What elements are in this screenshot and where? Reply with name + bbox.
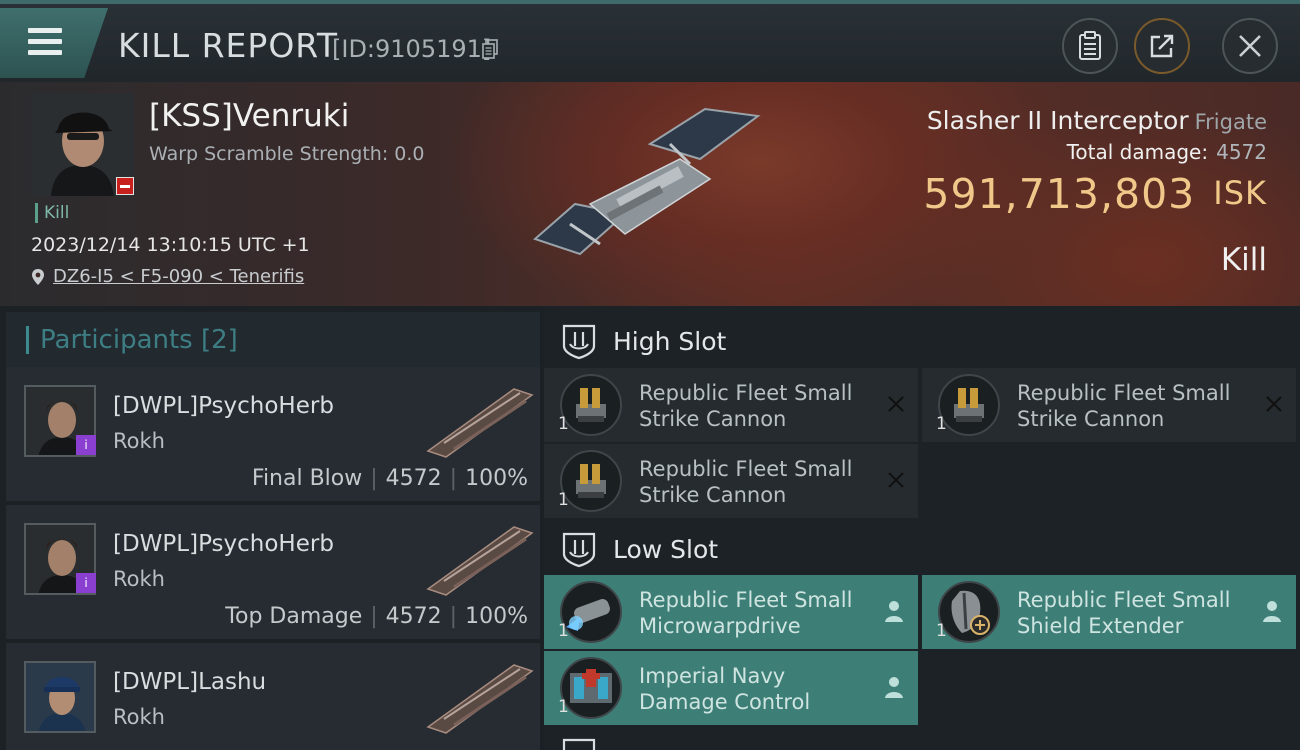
participants-label: Participants [40, 325, 193, 355]
participant-stats: Final Blow | 4572 | 100% [251, 466, 528, 491]
module-name: Republic Fleet Small Strike Cannon [639, 381, 853, 431]
high-slot-label: High Slot [613, 327, 727, 356]
participant-ship: Rokh [113, 567, 165, 591]
participant-ship: Rokh [113, 705, 165, 729]
strike-cannon-icon [938, 374, 1000, 436]
victim-ship-name[interactable]: Slasher II Interceptor Frigate [927, 106, 1267, 135]
low-slot-label: Low Slot [613, 535, 719, 564]
report-id: [ID:9105191] [332, 35, 492, 63]
share-button[interactable] [1134, 18, 1190, 74]
kill-tag: Kill [35, 203, 69, 223]
result-label: Kill [1220, 242, 1267, 278]
clipboard-icon [1079, 31, 1101, 60]
close-button[interactable] [1222, 18, 1278, 74]
module-name: Republic Fleet Small Strike Cannon [1017, 381, 1231, 431]
participant-ship-image [426, 526, 534, 596]
participant-row[interactable]: i [DWPL]PsychoHerb Rokh Final Blow | 4572 |… [6, 367, 540, 501]
damage-control-icon [560, 657, 622, 719]
share-icon [1150, 34, 1174, 58]
microwarpdrive-icon [560, 581, 622, 643]
module-slot[interactable]: 1 Republic Fleet Small Shield Extender [922, 575, 1296, 649]
module-name: Republic Fleet Small Microwarpdrive [639, 588, 853, 638]
module-name: Republic Fleet Small Strike Cannon [639, 457, 853, 507]
dropped-person-icon [1263, 601, 1281, 622]
kill-location[interactable]: DZ6-I5 < F5-090 < Tenerifis [31, 266, 304, 287]
participant-ship-image [426, 388, 534, 458]
mid-slot-header [544, 730, 1300, 750]
high-slot-header: High Slot [544, 310, 1300, 372]
strike-cannon-icon [560, 374, 622, 436]
participant-name: [DWPL]PsychoHerb [113, 393, 334, 419]
participant-avatar [24, 661, 96, 733]
module-slot[interactable]: 1 Republic Fleet Small Strike Cannon [922, 368, 1296, 442]
participant-row[interactable]: i [DWPL]PsychoHerb Rokh Top Damage | 4572 |… [6, 505, 540, 639]
strike-cannon-icon [560, 450, 622, 512]
module-slot[interactable]: 1 Republic Fleet Small Microwarpdrive [544, 575, 918, 649]
page-title: KILL REPORT [118, 26, 338, 65]
victim-panel: [KSS]Venruki Warp Scramble Strength: 0.0… [0, 82, 1300, 306]
participant-row[interactable]: [DWPL]Lashu Rokh [6, 643, 540, 750]
participant-ship-image [426, 664, 534, 734]
participants-count: [2] [201, 325, 238, 355]
destroyed-icon [888, 396, 904, 412]
victim-ship-image [533, 107, 761, 256]
corp-badge-icon: i [76, 435, 96, 455]
participants-header[interactable]: Participants [2] [6, 312, 540, 368]
fitting-panel: High Slot 1 Republic Fleet Small Strike C… [544, 306, 1300, 750]
close-icon [1239, 35, 1261, 57]
low-slot-header: Low Slot [544, 518, 1300, 580]
dropped-person-icon [885, 601, 903, 622]
participant-name: [DWPL]Lashu [113, 669, 267, 695]
module-slot[interactable]: 1 Imperial Navy Damage Control [544, 651, 918, 725]
shield-extender-icon [938, 581, 1000, 643]
destroyed-icon [1266, 396, 1282, 412]
total-damage: Total damage: 4572 [1066, 140, 1267, 164]
low-slot-icon [562, 532, 596, 568]
dropped-person-icon [885, 677, 903, 698]
clipboard-button[interactable] [1062, 18, 1118, 74]
menu-button[interactable] [0, 8, 108, 78]
warp-scramble-strength: Warp Scramble Strength: 0.0 [149, 143, 425, 165]
module-slot[interactable]: 1 Republic Fleet Small Strike Cannon [544, 444, 918, 518]
destroyed-icon [888, 472, 904, 488]
participant-stats: Top Damage | 4572 | 100% [225, 604, 528, 629]
location-pin-icon [32, 269, 44, 285]
module-slot[interactable]: 1 Republic Fleet Small Strike Cannon [544, 368, 918, 442]
module-name: Imperial Navy Damage Control [639, 664, 811, 714]
mid-slot-icon [562, 738, 596, 750]
participant-ship: Rokh [113, 429, 165, 453]
victim-name[interactable]: [KSS]Venruki [149, 98, 349, 134]
kill-datetime: 2023/12/14 13:10:15 UTC +1 [31, 234, 310, 256]
corp-badge-icon: i [76, 573, 96, 593]
module-name: Republic Fleet Small Shield Extender [1017, 588, 1231, 638]
hostile-badge [116, 177, 134, 195]
title-bar: KILL REPORT [ID:9105191] [0, 0, 1300, 82]
location-link[interactable]: DZ6-I5 < F5-090 < Tenerifis [53, 266, 304, 287]
high-slot-icon [562, 324, 596, 360]
participants-panel: Participants [2] i [DWPL]PsychoHerb Rokh… [0, 306, 540, 750]
isk-value: 591,713,803 ISK [923, 170, 1267, 218]
copy-icon[interactable] [482, 39, 499, 59]
ship-class: Frigate [1194, 110, 1267, 134]
participant-name: [DWPL]PsychoHerb [113, 531, 334, 557]
